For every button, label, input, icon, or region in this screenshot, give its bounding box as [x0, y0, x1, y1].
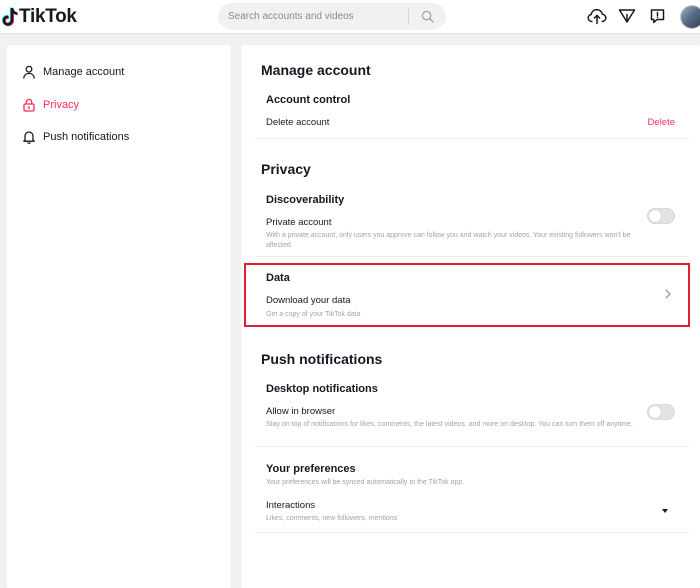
divider [255, 446, 689, 447]
interactions-description: Likes, comments, new followers, mentions [266, 515, 398, 522]
inbox-filter-icon[interactable] [617, 6, 637, 26]
data-title: Data [266, 272, 290, 284]
allow-in-browser-toggle[interactable] [647, 404, 675, 420]
section-title-manage-account: Manage account [261, 62, 371, 78]
preferences-description: Your preferences will be synced automati… [266, 479, 465, 486]
sidebar-item-label: Manage account [43, 66, 125, 78]
upload-icon[interactable] [587, 6, 607, 26]
lock-icon [21, 97, 37, 113]
divider [255, 138, 689, 139]
logo-text: TikTok [19, 6, 77, 27]
tiktok-logo[interactable]: TikTok [1, 6, 77, 28]
search-input[interactable] [218, 3, 408, 30]
sidebar-item-push-notifications[interactable]: Push notifications [21, 126, 129, 148]
search-button[interactable] [409, 3, 445, 30]
allow-in-browser-description: Stay on top of notifications for likes, … [266, 421, 633, 428]
search-bar [218, 3, 446, 30]
sidebar-item-label: Privacy [43, 99, 80, 111]
divider [255, 532, 689, 533]
desktop-notifications-title: Desktop notifications [266, 383, 378, 395]
person-icon [21, 64, 37, 80]
account-control-title: Account control [266, 94, 351, 106]
chevron-right-icon[interactable] [664, 288, 672, 303]
sidebar-item-manage-account[interactable]: Manage account [21, 61, 124, 83]
section-title-privacy: Privacy [261, 161, 311, 177]
settings-sidebar: Manage account Privacy Push notification… [7, 45, 231, 588]
allow-in-browser-label: Allow in browser [266, 406, 336, 417]
avatar[interactable] [680, 5, 700, 29]
top-header: TikTok [0, 0, 700, 34]
download-data-description: Get a copy of your TikTok data [266, 311, 361, 318]
private-account-toggle[interactable] [647, 208, 675, 224]
sidebar-item-label: Push notifications [43, 131, 130, 143]
divider [255, 256, 689, 257]
sidebar-item-privacy[interactable]: Privacy [21, 94, 79, 116]
private-account-label: Private account [266, 217, 332, 228]
private-account-description: With a private account, only users you a… [266, 232, 631, 249]
delete-account-button[interactable]: Delete [648, 117, 675, 128]
messages-icon[interactable] [647, 6, 667, 26]
tiktok-note-icon [1, 7, 18, 27]
discoverability-title: Discoverability [266, 194, 345, 206]
your-preferences-title: Your preferences [266, 463, 356, 475]
settings-panel: Manage account Account control Delete ac… [241, 45, 700, 588]
interactions-label[interactable]: Interactions [266, 500, 315, 511]
delete-account-label: Delete account [266, 117, 330, 128]
chevron-down-icon[interactable] [662, 509, 668, 513]
download-data-label[interactable]: Download your data [266, 295, 351, 306]
bell-icon [21, 129, 37, 145]
section-title-push-notifications: Push notifications [261, 351, 383, 367]
search-icon [421, 10, 434, 23]
